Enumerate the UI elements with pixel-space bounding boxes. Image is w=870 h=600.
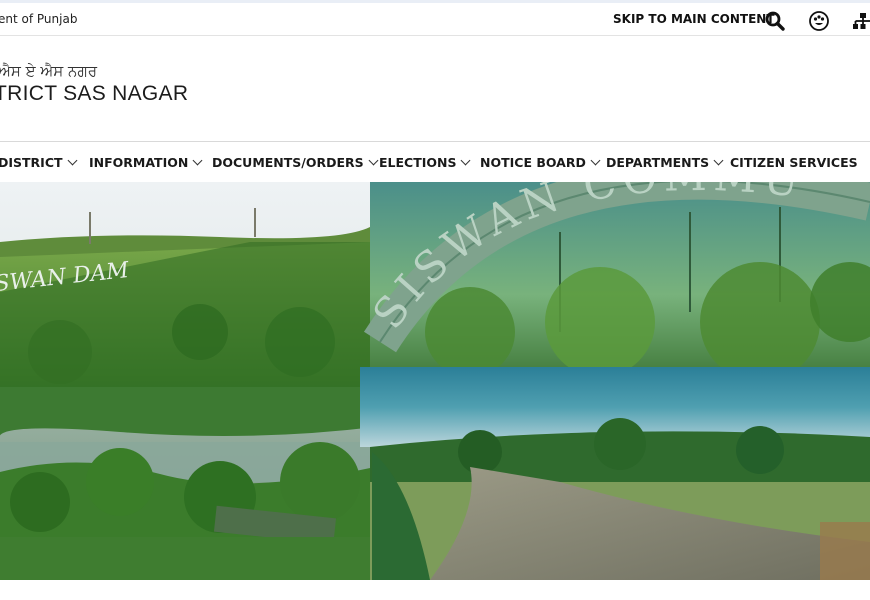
nav-item-label: ELECTIONS xyxy=(379,155,457,170)
nav-item-label: DEPARTMENTS xyxy=(606,155,710,170)
chevron-down-icon xyxy=(713,155,724,166)
site-header: ਐਸ ਏ ਐਸ ਨਗਰ TRICT SAS NAGAR xyxy=(0,36,870,142)
banner-collage-image: SWAN DAM SISWAN COMMU xyxy=(0,182,870,580)
nav-item-citizen-services[interactable]: CITIZEN SERVICES xyxy=(730,155,858,170)
nav-item-elections[interactable]: ELECTIONS xyxy=(379,155,471,170)
sign-language-icon[interactable] xyxy=(808,10,830,32)
nav-item-label: DOCUMENTS/ORDERS xyxy=(212,155,364,170)
main-navigation: DISTRICT INFORMATION DOCUMENTS/ORDERS EL… xyxy=(0,142,870,182)
chevron-down-icon xyxy=(192,155,203,166)
district-name-english[interactable]: TRICT SAS NAGAR xyxy=(0,82,188,106)
government-of-punjab-text: ent of Punjab xyxy=(0,12,78,26)
chevron-down-icon xyxy=(67,155,77,166)
skip-to-main-content-link[interactable]: SKIP TO MAIN CONTENT xyxy=(613,12,775,26)
chevron-down-icon xyxy=(461,155,471,166)
nav-item-label: NOTICE BOARD xyxy=(480,155,586,170)
nav-item-label: INFORMATION xyxy=(89,155,189,170)
nav-item-label: DISTRICT xyxy=(0,155,63,170)
chevron-down-icon xyxy=(368,155,379,166)
nav-item-documents-orders[interactable]: DOCUMENTS/ORDERS xyxy=(212,155,379,170)
sitemap-icon[interactable] xyxy=(852,10,870,32)
district-name-punjabi: ਐਸ ਏ ਐਸ ਨਗਰ xyxy=(0,62,98,80)
nav-item-label: CITIZEN SERVICES xyxy=(730,155,858,170)
nav-item-departments[interactable]: DEPARTMENTS xyxy=(606,155,724,170)
nav-item-information[interactable]: INFORMATION xyxy=(89,155,203,170)
banner-slideshow[interactable]: SWAN DAM SISWAN COMMU xyxy=(0,182,870,580)
top-utility-bar: ent of Punjab SKIP TO MAIN CONTENT xyxy=(0,0,870,36)
search-icon[interactable] xyxy=(764,10,786,32)
chevron-down-icon xyxy=(590,155,601,166)
nav-item-notice-board[interactable]: NOTICE BOARD xyxy=(480,155,601,170)
nav-item-district[interactable]: DISTRICT xyxy=(0,155,77,170)
